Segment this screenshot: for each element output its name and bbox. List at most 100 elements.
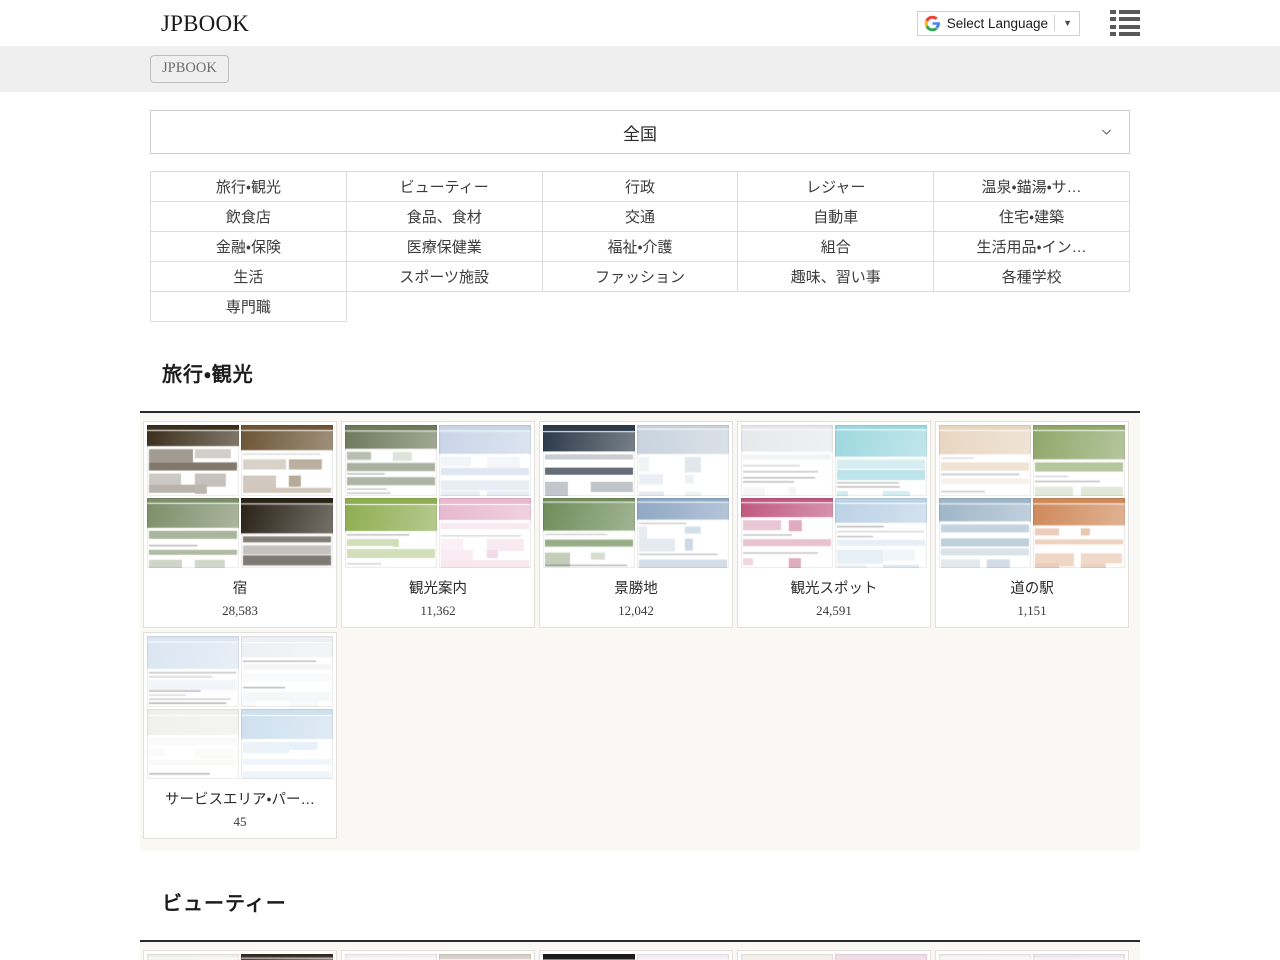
card-thumbnail [1033, 498, 1125, 569]
main-content: 全国 旅行・観光ビューティー行政レジャー温泉・錨湯・サ…飲食店食品、食材交通自動… [0, 110, 1280, 960]
card-count: 45 [147, 814, 333, 838]
category-cell[interactable]: 組合 [738, 232, 934, 262]
card-thumbnail [147, 498, 239, 569]
card-thumbnail [147, 954, 239, 960]
card-thumbnail [241, 709, 333, 780]
card-thumbnail [345, 498, 437, 569]
category-card[interactable]: 景勝地12,042 [539, 421, 733, 628]
category-cell[interactable]: 交通 [542, 202, 738, 232]
site-brand-title[interactable]: JPBOOK [161, 12, 249, 35]
header-right-group: Select Language ▼ [917, 0, 1140, 46]
category-row: 専門職 [151, 292, 1130, 322]
card-thumbnail-grid [345, 425, 531, 568]
category-cell[interactable]: ビューティー [346, 172, 542, 202]
section-title: 旅行・観光 [150, 358, 1130, 411]
card-thumbnail-grid [543, 954, 729, 960]
card-count: 1,151 [939, 603, 1125, 627]
category-cell[interactable]: 旅行・観光 [151, 172, 347, 202]
card-row [142, 950, 1138, 960]
category-cell[interactable]: レジャー [738, 172, 934, 202]
hamburger-list-icon[interactable] [1110, 10, 1140, 36]
card-count: 12,042 [543, 603, 729, 627]
card-label: サービスエリア・パー… [147, 788, 333, 809]
category-cell[interactable]: 生活用品・イン… [934, 232, 1130, 262]
card-thumbnail [147, 636, 239, 707]
menu-row [1110, 10, 1140, 14]
breadcrumb-item-jpbook[interactable]: JPBOOK [150, 55, 229, 83]
card-thumbnail-grid [939, 425, 1125, 568]
region-select-value: 全国 [623, 120, 657, 145]
section-card-area: 宿28,583 観光案内 11,362 景勝地12,042観光スポット24,591道の… [140, 413, 1140, 851]
card-thumbnail [835, 425, 927, 496]
card-thumbnail [741, 954, 833, 960]
category-cell-empty [934, 292, 1130, 322]
card-thumbnail [345, 425, 437, 496]
category-cell[interactable]: 温泉・錨湯・サ… [934, 172, 1130, 202]
category-cell[interactable]: 医療保健業 [346, 232, 542, 262]
card-thumbnail [939, 498, 1031, 569]
card-thumbnail [543, 954, 635, 960]
category-cell[interactable]: 各種学校 [934, 262, 1130, 292]
category-card[interactable]: 道の駅1,151 [935, 421, 1129, 628]
category-card[interactable]: サービスエリア・パー… 45 [143, 632, 337, 839]
chevron-down-icon[interactable] [1100, 126, 1113, 139]
category-table: 旅行・観光ビューティー行政レジャー温泉・錨湯・サ…飲食店食品、食材交通自動車住宅… [150, 171, 1130, 322]
card-thumbnail [835, 954, 927, 960]
category-cell-empty [738, 292, 934, 322]
category-section: ビューティー [150, 887, 1130, 960]
card-thumbnail [1033, 954, 1125, 960]
card-count: 24,591 [741, 603, 927, 627]
card-label: 宿 [147, 577, 333, 598]
category-cell[interactable]: 生活 [151, 262, 347, 292]
card-count: 11,362 [345, 603, 531, 627]
sections-host: 旅行・観光宿28,583観光案内11,362景勝地12,042観光スポット24,… [150, 358, 1130, 960]
category-card[interactable]: 観光案内 11,362 [341, 421, 535, 628]
card-thumbnail-grid [741, 425, 927, 568]
category-card[interactable] [341, 950, 535, 960]
card-thumbnail-grid [147, 636, 333, 779]
category-cell[interactable]: 福祉・介護 [542, 232, 738, 262]
card-thumbnail [241, 954, 333, 960]
category-card[interactable] [539, 950, 733, 960]
google-translate-widget[interactable]: Select Language ▼ [917, 11, 1080, 36]
category-card[interactable] [737, 950, 931, 960]
card-row: 宿28,583 観光案内 11,362 景勝地12,042観光スポット24,591道の… [142, 421, 1138, 628]
category-cell[interactable]: ファッション [542, 262, 738, 292]
breadcrumb: JPBOOK [0, 46, 1280, 92]
translate-label: Select Language [947, 16, 1048, 31]
card-thumbnail [439, 498, 531, 569]
category-cell[interactable]: 金融・保険 [151, 232, 347, 262]
category-row: 飲食店食品、食材交通自動車住宅・建築 [151, 202, 1130, 232]
divider [1054, 15, 1055, 31]
category-card[interactable] [935, 950, 1129, 960]
category-table-body: 旅行・観光ビューティー行政レジャー温泉・錨湯・サ…飲食店食品、食材交通自動車住宅… [151, 172, 1130, 322]
category-cell[interactable]: 飲食店 [151, 202, 347, 232]
card-thumbnail [637, 425, 729, 496]
card-thumbnail [241, 498, 333, 569]
site-header: JPBOOK Select Language ▼ [0, 0, 1280, 46]
category-cell[interactable]: 自動車 [738, 202, 934, 232]
card-thumbnail [1033, 425, 1125, 496]
chevron-down-icon[interactable]: ▼ [1061, 18, 1076, 28]
card-thumbnail [241, 636, 333, 707]
card-thumbnail [147, 709, 239, 780]
category-cell-empty [346, 292, 542, 322]
category-card[interactable]: 宿28,583 [143, 421, 337, 628]
category-cell[interactable]: 行政 [542, 172, 738, 202]
card-label: 観光案内 [345, 577, 531, 598]
region-select[interactable]: 全国 [150, 110, 1130, 154]
page-root: JPBOOK Select Language ▼ [0, 0, 1280, 960]
card-thumbnail [241, 425, 333, 496]
category-cell[interactable]: 専門職 [151, 292, 347, 322]
card-thumbnail [939, 954, 1031, 960]
category-card[interactable] [143, 950, 337, 960]
card-thumbnail [439, 954, 531, 960]
category-cell[interactable]: スポーツ施設 [346, 262, 542, 292]
category-cell[interactable]: 食品、食材 [346, 202, 542, 232]
category-card[interactable]: 観光スポット24,591 [737, 421, 931, 628]
card-thumbnail-grid [345, 954, 531, 960]
category-cell[interactable]: 住宅・建築 [934, 202, 1130, 232]
category-row: 金融・保険医療保健業福祉・介護組合生活用品・イン… [151, 232, 1130, 262]
category-cell[interactable]: 趣味、習い事 [738, 262, 934, 292]
card-thumbnail-grid [741, 954, 927, 960]
